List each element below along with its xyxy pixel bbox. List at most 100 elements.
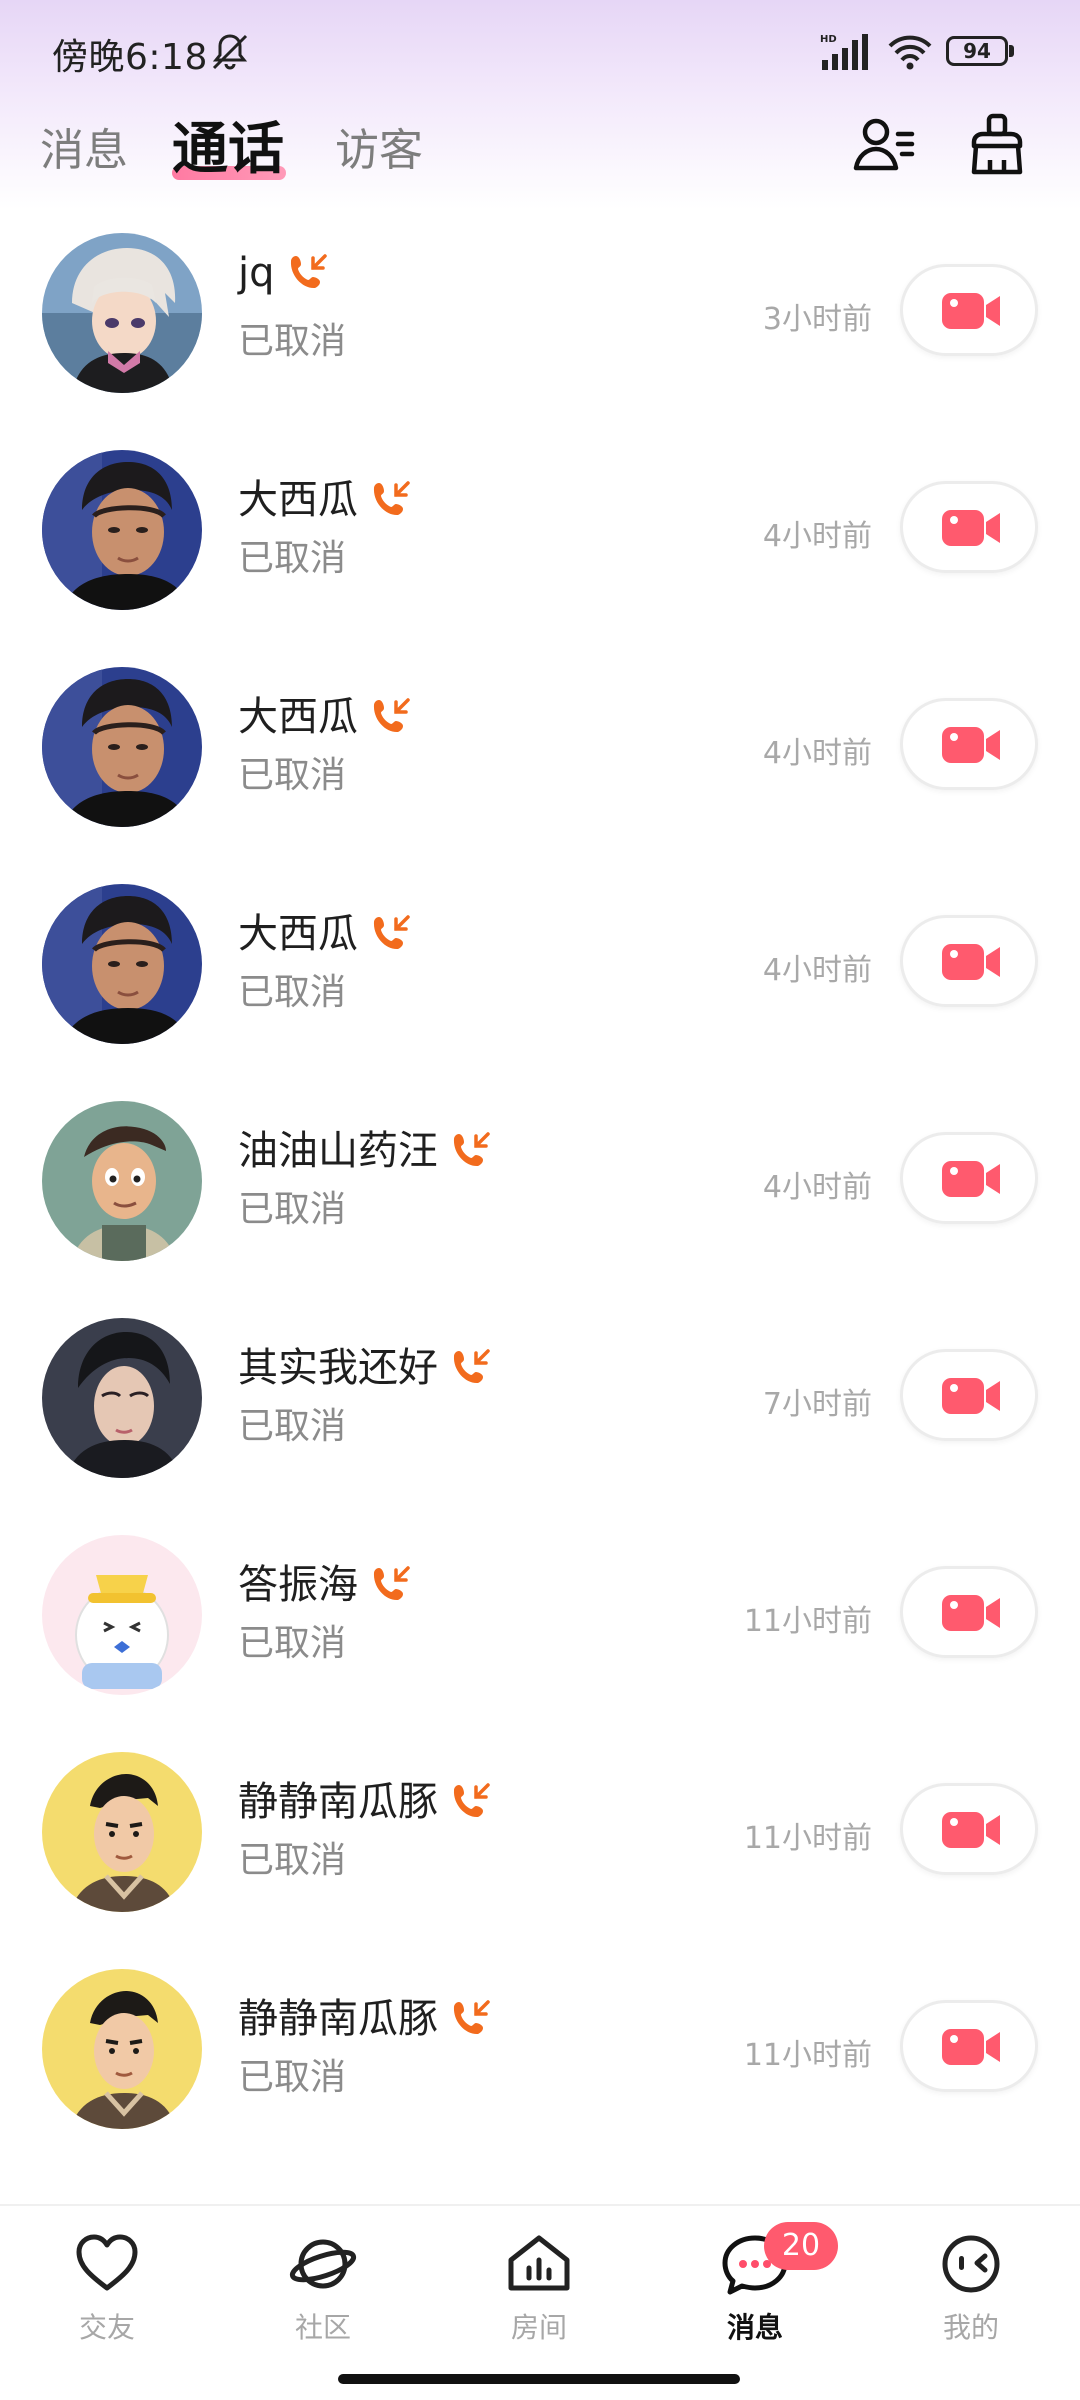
planet-icon xyxy=(289,2239,357,2289)
avatar[interactable] xyxy=(42,233,202,393)
battery-cap xyxy=(1009,45,1014,57)
call-row[interactable]: 大西瓜 已取消 4小时前 xyxy=(0,417,1080,634)
call-row[interactable]: 静静南瓜豚 已取消 11小时前 xyxy=(0,1936,1080,2153)
caller-name-text: 大西瓜 xyxy=(238,911,358,957)
avatar[interactable] xyxy=(42,450,202,610)
call-status: 已取消 xyxy=(238,1189,347,1230)
nav-label: 我的 xyxy=(942,2311,999,2344)
caller-name-text: jq xyxy=(238,250,275,296)
battery-indicator: 94 xyxy=(946,34,1016,68)
call-time: 4小时前 xyxy=(762,953,872,988)
status-time: 傍晚6:18 xyxy=(52,37,208,78)
call-status: 已取消 xyxy=(238,1623,347,1664)
tab-calls[interactable]: 通话 xyxy=(172,104,284,185)
missed-call-icon xyxy=(373,1566,410,1601)
caller-name-text: 大西瓜 xyxy=(238,694,358,740)
video-camera-icon xyxy=(942,944,1000,980)
header: 消息 通话 访客 xyxy=(0,100,1080,210)
video-call-button[interactable] xyxy=(900,915,1038,1007)
svg-text:HD: HD xyxy=(820,34,837,45)
missed-call-icon xyxy=(373,915,410,950)
avatar[interactable] xyxy=(42,1752,202,1912)
missed-call-icon xyxy=(453,2000,490,2035)
call-row[interactable]: 大西瓜 已取消 4小时前 xyxy=(0,851,1080,1068)
clear-broom-icon[interactable] xyxy=(962,110,1032,180)
video-call-button[interactable] xyxy=(900,264,1038,356)
call-row[interactable]: 大西瓜 已取消 4小时前 xyxy=(0,634,1080,851)
status-bar: 傍晚6:18 HD 94 xyxy=(0,0,1080,100)
video-camera-icon xyxy=(942,2029,1000,2065)
avatar[interactable] xyxy=(42,1318,202,1478)
call-row[interactable]: 油油山药汪 已取消 4小时前 xyxy=(0,1068,1080,1285)
nav-item-me[interactable]: 我的 xyxy=(896,2228,1046,2368)
missed-call-icon xyxy=(373,698,410,733)
missed-call-icon xyxy=(453,1132,490,1167)
avatar[interactable] xyxy=(42,1101,202,1261)
nav-item-rooms[interactable]: 房间 xyxy=(464,2228,614,2368)
call-time: 4小时前 xyxy=(762,1170,872,1205)
caller-name-text: 答振海 xyxy=(238,1562,358,1608)
call-row[interactable]: jq 已取消 3小时前 xyxy=(0,200,1080,417)
heart-icon xyxy=(76,2234,138,2291)
video-call-button[interactable] xyxy=(900,1349,1038,1441)
video-call-button[interactable] xyxy=(900,698,1038,790)
bottom-nav: 交友 社区 房间 消息 20 我的 xyxy=(0,2204,1080,2400)
nav-item-community[interactable]: 社区 xyxy=(248,2228,398,2368)
mute-bell-icon xyxy=(212,34,248,70)
call-time: 11小时前 xyxy=(743,1604,872,1639)
call-time: 7小时前 xyxy=(762,1387,872,1422)
video-call-button[interactable] xyxy=(900,1783,1038,1875)
call-status: 已取消 xyxy=(238,972,347,1013)
call-row[interactable]: 答振海 已取消 11小时前 xyxy=(0,1502,1080,1719)
video-camera-icon xyxy=(942,1161,1000,1197)
caller-name: 静静南瓜豚 xyxy=(238,1769,492,1827)
avatar[interactable] xyxy=(42,884,202,1044)
video-camera-icon xyxy=(942,1812,1000,1848)
video-camera-icon xyxy=(942,1595,1000,1631)
tab-messages[interactable]: 消息 xyxy=(40,114,128,178)
caller-name: 其实我还好 xyxy=(238,1335,492,1393)
avatar[interactable] xyxy=(42,1969,202,2129)
house-chart-icon xyxy=(508,2235,570,2291)
video-call-button[interactable] xyxy=(900,2000,1038,2092)
caller-name: 大西瓜 xyxy=(238,467,412,525)
unread-badge: 20 xyxy=(764,2222,838,2270)
call-status: 已取消 xyxy=(238,2057,347,2098)
nav-label: 消息 xyxy=(726,2311,783,2344)
video-call-button[interactable] xyxy=(900,481,1038,573)
caller-name: jq xyxy=(238,250,329,296)
caller-name: 答振海 xyxy=(238,1552,412,1610)
video-call-button[interactable] xyxy=(900,1132,1038,1224)
call-row[interactable]: 其实我还好 已取消 7小时前 xyxy=(0,1285,1080,1502)
call-status: 已取消 xyxy=(238,1840,347,1881)
missed-call-icon xyxy=(453,1783,490,1818)
video-camera-icon xyxy=(942,727,1000,763)
caller-name: 静静南瓜豚 xyxy=(238,1986,492,2044)
avatar[interactable] xyxy=(42,667,202,827)
home-indicator[interactable] xyxy=(338,2374,740,2384)
call-row[interactable]: 静静南瓜豚 已取消 11小时前 xyxy=(0,1719,1080,1936)
video-call-button[interactable] xyxy=(900,1566,1038,1658)
wifi-icon xyxy=(888,35,932,70)
missed-call-icon xyxy=(373,481,410,516)
call-status: 已取消 xyxy=(238,538,347,579)
nav-item-friends[interactable]: 交友 xyxy=(32,2228,182,2368)
missed-call-icon xyxy=(290,254,327,289)
call-status: 已取消 xyxy=(238,321,347,362)
video-camera-icon xyxy=(942,510,1000,546)
nav-item-messages[interactable]: 消息 20 xyxy=(680,2222,838,2368)
avatar[interactable] xyxy=(42,1535,202,1695)
signal-icon: HD xyxy=(820,34,868,70)
caller-name: 大西瓜 xyxy=(238,901,412,959)
call-status: 已取消 xyxy=(238,1406,347,1447)
nav-label: 社区 xyxy=(294,2311,351,2344)
contacts-icon[interactable] xyxy=(850,110,920,180)
call-time: 4小时前 xyxy=(762,736,872,771)
missed-call-icon xyxy=(453,1349,490,1384)
call-status: 已取消 xyxy=(238,755,347,796)
call-time: 4小时前 xyxy=(762,519,872,554)
nav-label: 交友 xyxy=(78,2311,135,2344)
caller-name-text: 静静南瓜豚 xyxy=(238,1996,438,2042)
tab-visitors[interactable]: 访客 xyxy=(335,114,423,178)
face-icon xyxy=(942,2235,1000,2293)
